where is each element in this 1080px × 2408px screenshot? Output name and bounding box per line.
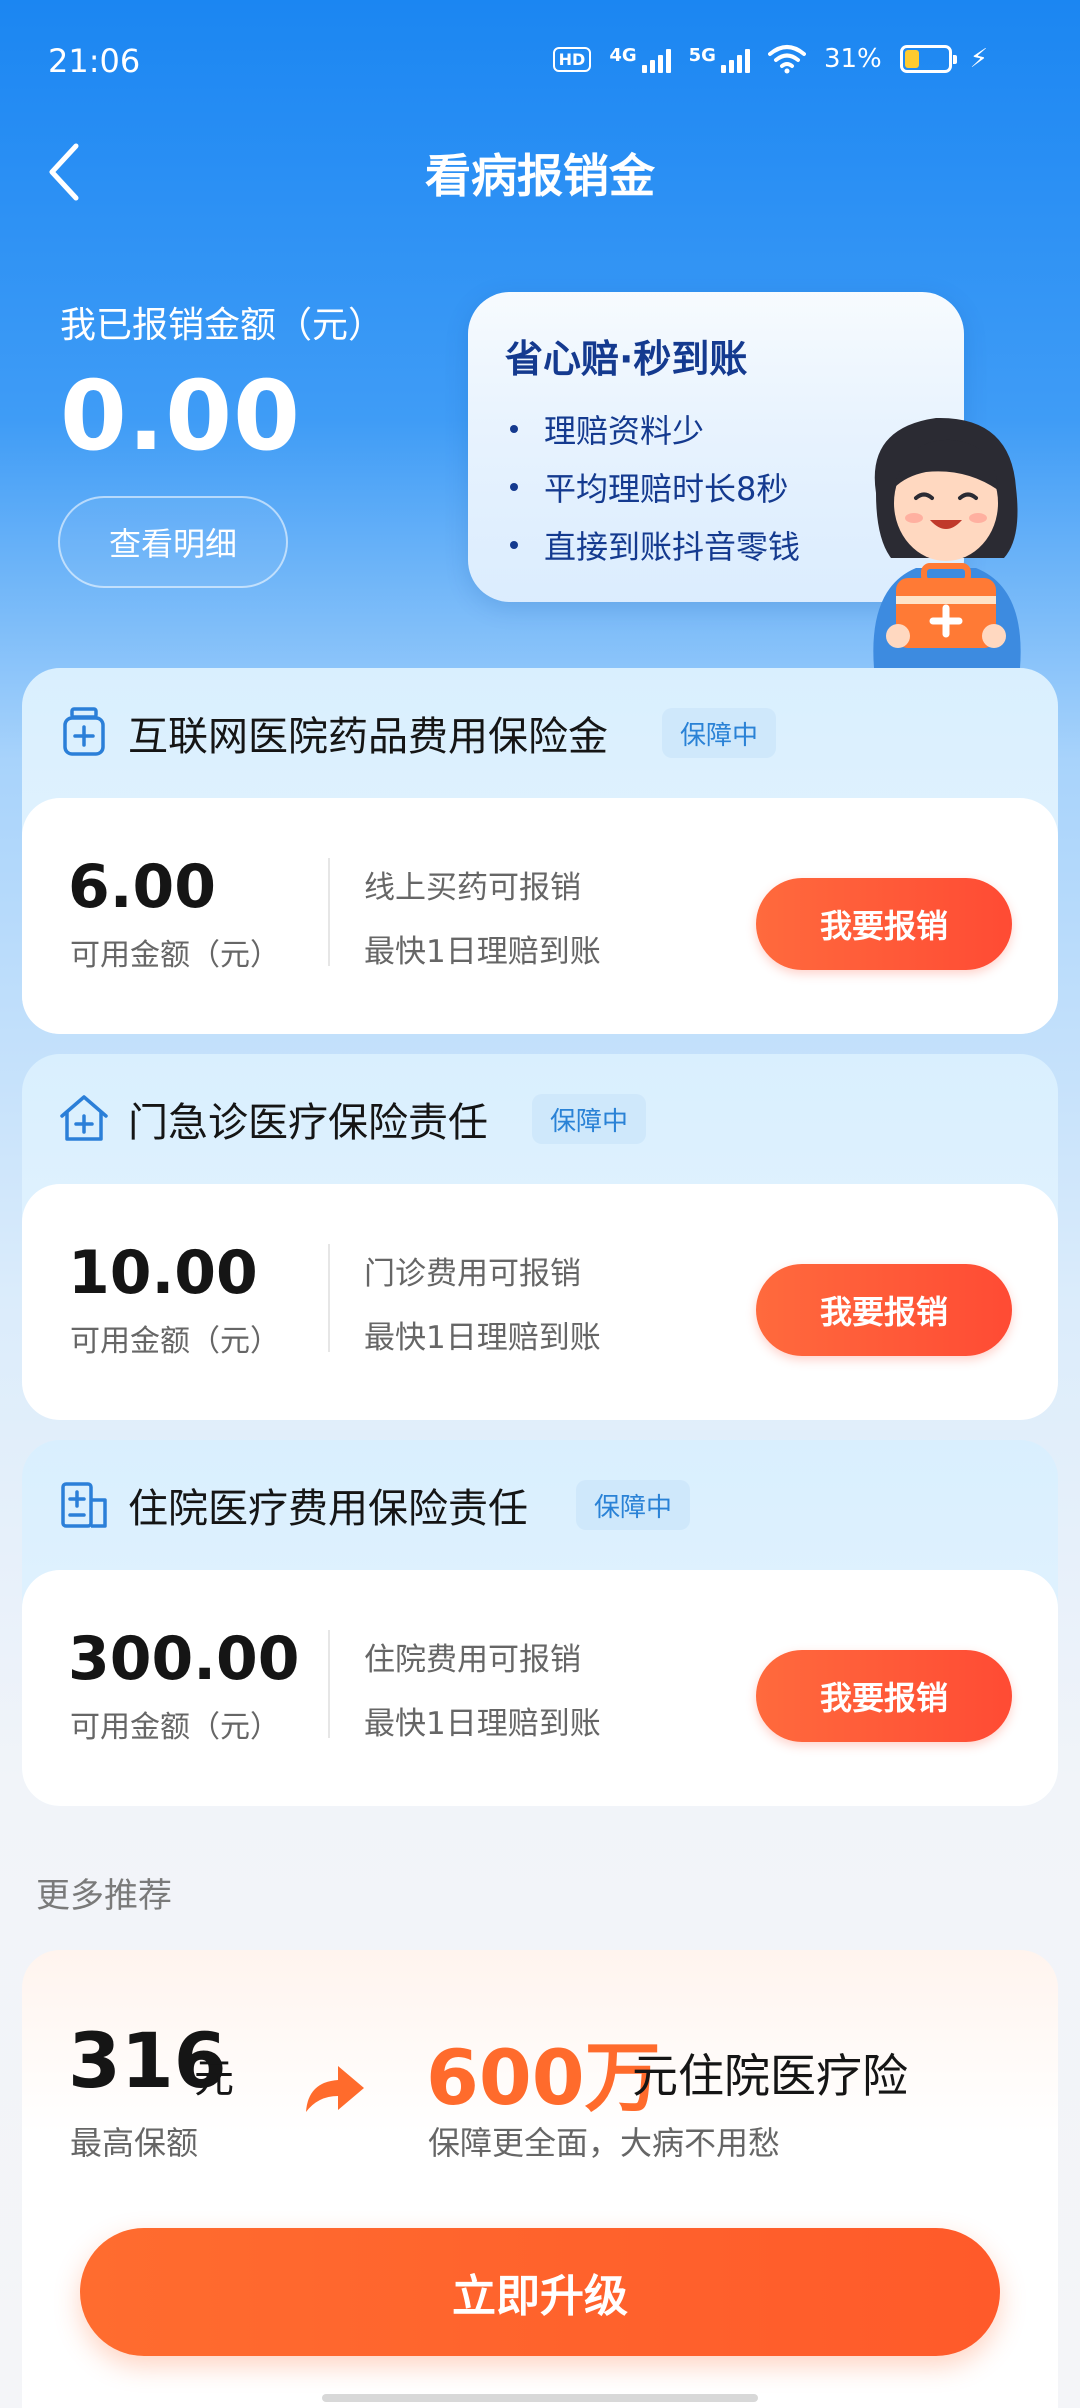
upgrade-description: 保障更全面，大病不用愁 [428, 2124, 781, 2162]
status-badge: 保障中 [576, 1480, 691, 1530]
upgrade-product-name: 元住院医疗险 [632, 2049, 908, 2103]
promo-list: 理赔资料少 平均理赔时长8秒 直接到账抖音零钱 [510, 400, 800, 574]
divider [328, 1244, 330, 1352]
card-desc: 住院费用可报销 [364, 1642, 581, 1678]
claim-button[interactable]: 我要报销 [756, 1650, 1012, 1742]
available-amount-label: 可用金额（元） [70, 938, 280, 973]
hd-icon: HD [552, 46, 592, 72]
home-indicator[interactable] [322, 2394, 758, 2402]
current-coverage-unit: 元 [194, 2056, 234, 2102]
promo-title: 省心赔·秒到账 [505, 337, 748, 381]
card-title: 互联网医院药品费用保险金 [128, 714, 608, 760]
card-desc-speed: 最快1日理赔到账 [364, 934, 601, 970]
battery-icon [899, 45, 957, 73]
claim-button[interactable]: 我要报销 [756, 878, 1012, 970]
claim-button[interactable]: 我要报销 [756, 1264, 1012, 1356]
card-title: 住院医疗费用保险责任 [128, 1486, 528, 1532]
upgrade-coverage-amount: 600万 [426, 2033, 661, 2122]
status-badge: 保障中 [532, 1094, 647, 1144]
available-amount-label: 可用金额（元） [70, 1710, 280, 1745]
battery-percent: 31% [823, 44, 882, 74]
status-icons: HD 4G 5G 31% ⚡ [552, 44, 988, 74]
hospital-building-icon [61, 1482, 107, 1528]
promo-item: 平均理赔时长8秒 [510, 458, 800, 516]
current-coverage-label: 最高保额 [70, 2124, 199, 2162]
page-title: 看病报销金 [425, 149, 655, 203]
card-desc: 线上买药可报销 [364, 870, 581, 906]
mascot-illustration [873, 417, 1021, 668]
benefit-card-inpatient: 住院医疗费用保险责任 保障中 300.00 可用金额（元） 住院费用可报销 最快… [22, 1440, 1058, 1806]
reimbursed-amount: 0.00 [60, 360, 301, 472]
charging-icon: ⚡ [969, 44, 988, 74]
card-title: 门急诊医疗保险责任 [128, 1100, 488, 1146]
signal-5g-icon: 5G [689, 45, 750, 73]
card-desc: 门诊费用可报销 [364, 1256, 581, 1292]
available-amount: 300.00 [68, 1624, 300, 1694]
medicine-bottle-icon [63, 707, 105, 756]
benefit-card-medicine: 互联网医院药品费用保险金 保障中 6.00 可用金额（元） 线上买药可报销 最快… [22, 668, 1058, 1034]
card-body: 6.00 可用金额（元） 线上买药可报销 最快1日理赔到账 我要报销 [22, 798, 1058, 1034]
status-badge: 保障中 [662, 708, 777, 758]
card-body: 300.00 可用金额（元） 住院费用可报销 最快1日理赔到账 我要报销 [22, 1570, 1058, 1806]
card-desc-speed: 最快1日理赔到账 [364, 1706, 601, 1742]
arrow-right-icon [306, 2066, 364, 2112]
promo-item: 直接到账抖音零钱 [510, 516, 800, 574]
view-details-button[interactable]: 查看明细 [58, 496, 288, 588]
reimbursed-label: 我已报销金额（元） [60, 305, 385, 346]
card-desc-speed: 最快1日理赔到账 [364, 1320, 601, 1356]
clinic-icon [60, 1095, 108, 1141]
card-body: 10.00 可用金额（元） 门诊费用可报销 最快1日理赔到账 我要报销 [22, 1184, 1058, 1420]
wifi-icon [767, 45, 806, 74]
status-time: 21:06 [48, 42, 141, 80]
available-amount: 10.00 [68, 1238, 258, 1308]
signal-4g-icon: 4G [609, 45, 671, 73]
promo-item: 理赔资料少 [510, 400, 800, 458]
available-amount-label: 可用金额（元） [70, 1324, 280, 1359]
available-amount: 6.00 [68, 852, 217, 922]
upgrade-now-button[interactable]: 立即升级 [80, 2228, 1000, 2356]
divider [328, 858, 330, 966]
more-recommend-heading: 更多推荐 [36, 1876, 172, 1916]
divider [328, 1630, 330, 1738]
benefit-card-outpatient: 门急诊医疗保险责任 保障中 10.00 可用金额（元） 门诊费用可报销 最快1日… [22, 1054, 1058, 1420]
